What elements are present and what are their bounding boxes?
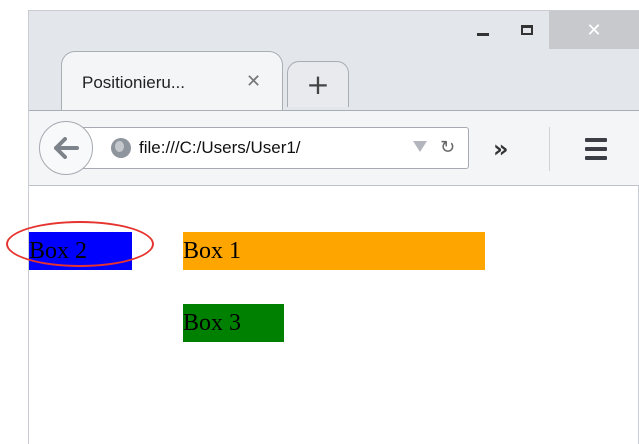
maximize-button[interactable] (505, 11, 549, 49)
close-icon: ✕ (586, 19, 602, 41)
browser-tab[interactable]: Positionieru... ✕ (61, 51, 283, 111)
plus-icon: + (306, 68, 330, 101)
close-window-button[interactable]: ✕ (549, 11, 639, 49)
highlight-ellipse (6, 221, 154, 267)
toolbar-separator (549, 127, 550, 171)
overflow-chevron-icon[interactable]: » (493, 135, 508, 163)
tab-title: Positionieru... (82, 73, 185, 92)
history-dropdown-icon[interactable] (413, 141, 427, 152)
new-tab-button[interactable]: + (287, 61, 349, 107)
minimize-button[interactable] (461, 11, 505, 49)
reload-icon[interactable]: ↻ (440, 137, 455, 158)
globe-icon (111, 138, 131, 158)
address-bar[interactable]: file:///C:/Users/User1/ ↻ (79, 127, 469, 169)
url-text[interactable]: file:///C:/Users/User1/ (139, 138, 301, 158)
back-arrow-icon (54, 137, 79, 159)
tab-close-icon[interactable]: ✕ (246, 71, 261, 92)
box-3-label: Box 3 (183, 310, 242, 336)
minimize-icon (477, 32, 489, 36)
navigation-toolbar: file:///C:/Users/User1/ ↻ » (29, 110, 639, 186)
window-controls: ✕ (461, 11, 639, 51)
back-button[interactable] (39, 121, 93, 175)
maximize-icon (521, 25, 533, 35)
box-1-label: Box 1 (183, 238, 242, 264)
hamburger-menu-icon[interactable] (585, 138, 607, 165)
box-3: Box 3 (183, 304, 284, 342)
box-1: Box 1 (183, 232, 485, 270)
